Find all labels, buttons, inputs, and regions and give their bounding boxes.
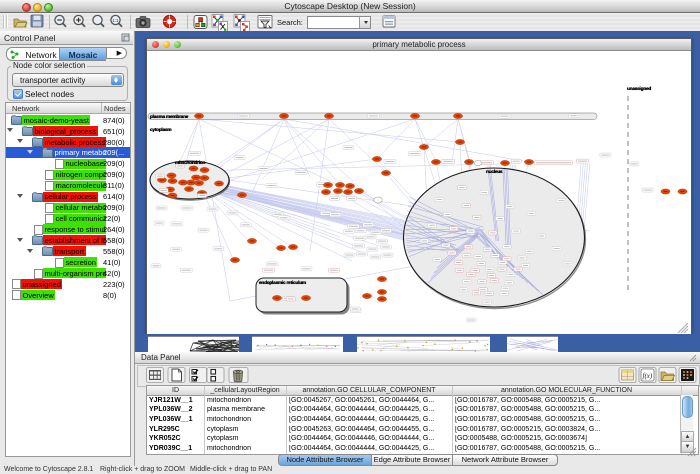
svg-text:1:1: 1:1 (112, 18, 119, 23)
svg-text:f(x): f(x) (643, 372, 653, 380)
